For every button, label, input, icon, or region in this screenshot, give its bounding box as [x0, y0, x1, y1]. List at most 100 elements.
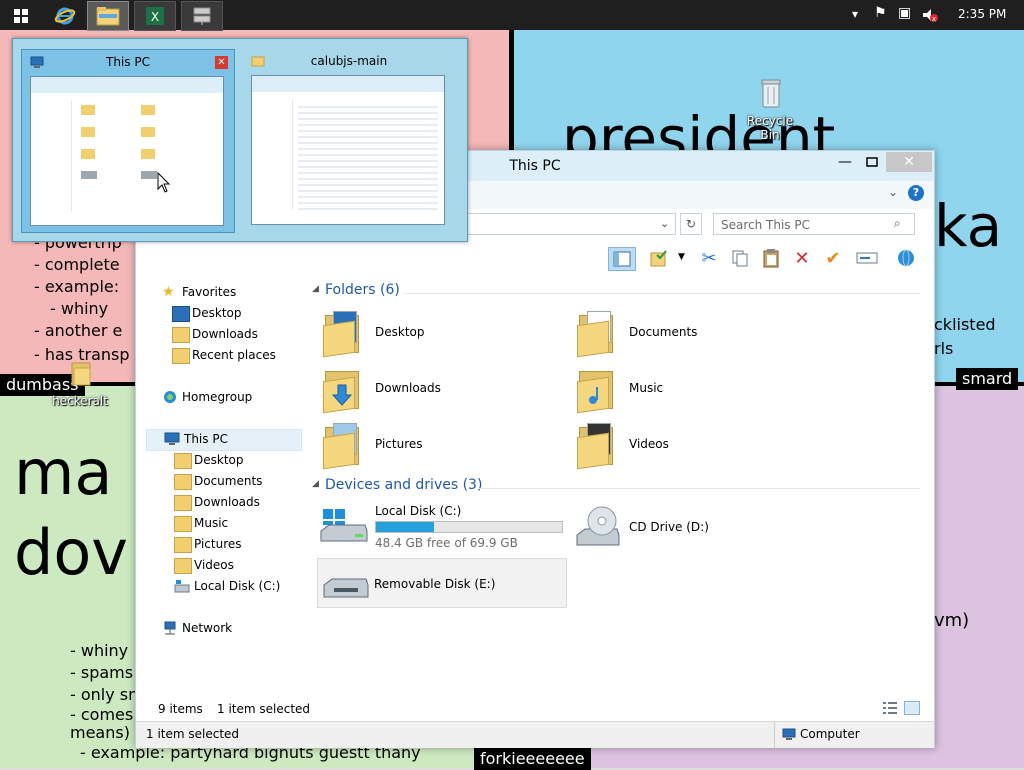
drive-tile-d[interactable]: CD Drive (D:): [573, 501, 813, 553]
preview-pane-toggle-icon[interactable]: [608, 247, 636, 271]
folder-icon: [174, 474, 192, 490]
ribbon-expand-chevron-icon[interactable]: ⌄: [888, 185, 898, 199]
search-icon: ⌕: [894, 216, 901, 230]
folder-label: Downloads: [375, 381, 441, 395]
nav-label: Local Disk (C:): [194, 579, 281, 593]
select-folder-icon[interactable]: [646, 247, 672, 269]
folder-label: Documents: [629, 325, 698, 339]
details-view-icon[interactable]: [882, 701, 898, 715]
drive-tile-e[interactable]: Removable Disk (E:): [317, 558, 567, 608]
mouse-cursor-icon: [157, 171, 171, 194]
taskbar-file-explorer[interactable]: [87, 1, 129, 31]
recycle-bin-icon: [761, 78, 781, 108]
folder-tile-music[interactable]: Music: [573, 363, 813, 414]
large-icons-view-icon[interactable]: [904, 701, 920, 715]
status-bar-location: Computer: [800, 727, 860, 741]
status-bar: 1 item selected Computer: [136, 721, 934, 748]
thumbnail-preview: [30, 76, 224, 226]
blue-fragment: rls: [934, 339, 954, 358]
apply-check-icon[interactable]: ✔: [820, 247, 846, 269]
tray-overflow-chevron-icon[interactable]: ▾: [852, 7, 858, 21]
folders-collapse-chevron-icon[interactable]: ◢: [312, 284, 319, 294]
nav-label: Desktop: [192, 306, 242, 320]
thumbnail-title: This PC: [106, 55, 150, 69]
copy-icon[interactable]: [727, 247, 753, 269]
start-button[interactable]: [0, 1, 42, 31]
delete-icon[interactable]: ✕: [789, 247, 815, 269]
tag-smard: smard: [956, 368, 1019, 390]
nav-label: This PC: [184, 432, 228, 446]
folder-label: Pictures: [375, 437, 423, 451]
thumbnail-calubjs-main[interactable]: calubjs-main: [243, 49, 455, 231]
star-icon: ★: [162, 284, 175, 300]
svg-text:x: x: [932, 15, 936, 23]
maximize-button[interactable]: [858, 152, 886, 172]
close-button[interactable]: ✕: [886, 152, 932, 172]
green-bullet: - spams: [70, 663, 134, 682]
windows-logo-icon: [14, 9, 28, 23]
blue-fragment: cklisted: [934, 315, 996, 334]
paste-icon[interactable]: [758, 247, 784, 269]
clock[interactable]: 2:35 PM: [958, 7, 1006, 21]
status-selection: 1 item selected: [217, 702, 311, 716]
search-input[interactable]: Search This PC: [713, 213, 915, 235]
internet-explorer-icon: [54, 7, 76, 25]
nav-label: Pictures: [194, 537, 242, 551]
taskbar-internet-explorer[interactable]: [44, 1, 86, 31]
drive-tile-c[interactable]: Local Disk (C:) 48.4 GB free of 69.9 GB: [317, 501, 567, 553]
drive-label: Local Disk (C:): [375, 504, 462, 518]
file-explorer-icon: [96, 7, 120, 26]
status-item-count: 9 items: [158, 702, 203, 716]
tag-forkieeeeeee: forkieeeeeee: [474, 748, 591, 770]
folder-label: Desktop: [375, 325, 425, 339]
excel-icon: X: [146, 7, 164, 25]
folder-label: Music: [629, 381, 664, 395]
status-bar-divider: [774, 722, 775, 748]
volume-muted-icon[interactable]: x: [922, 7, 938, 23]
recent-places-icon: [172, 348, 190, 364]
drive-free-space: 48.4 GB free of 69.9 GB: [375, 536, 518, 550]
network-globe-icon[interactable]: [893, 247, 919, 269]
folders-group-header[interactable]: Folders (6): [325, 282, 400, 298]
folder-tile-documents[interactable]: Documents: [573, 307, 813, 358]
nav-label: Downloads: [192, 327, 258, 341]
nav-favorites-label: Favorites: [182, 285, 237, 299]
folder-icon: [174, 453, 192, 469]
folder-tile-downloads[interactable]: Downloads: [319, 363, 559, 414]
green-bullet: means): [70, 723, 130, 742]
nav-label: Recent places: [192, 348, 276, 362]
minimize-button[interactable]: —: [831, 152, 859, 172]
green-bullet: - only sn: [70, 685, 139, 704]
folder-tile-pictures[interactable]: Pictures: [319, 419, 559, 470]
recycle-bin-shortcut[interactable]: Recycle Bin: [738, 78, 802, 142]
taskbar: X ▾ ⚑ ▣ x 2:35 PM: [0, 0, 1024, 31]
folder-tile-videos[interactable]: Videos: [573, 419, 813, 470]
folder-tile-desktop[interactable]: Desktop: [319, 307, 559, 358]
cut-icon[interactable]: ✂: [696, 247, 722, 269]
thumbnail-close-button[interactable]: ✕: [215, 56, 228, 69]
taskbar-excel[interactable]: X: [134, 1, 176, 31]
hard-drive-icon: [319, 507, 369, 545]
thumbnail-this-pc[interactable]: This PC ✕: [21, 49, 235, 233]
pink-bullet: - whiny: [50, 299, 109, 318]
folder-label: Videos: [629, 437, 669, 451]
action-center-flag-icon[interactable]: ⚑: [874, 5, 887, 21]
drive-usage-fill: [376, 522, 434, 532]
address-dropdown-chevron-icon[interactable]: ⌄: [660, 217, 669, 230]
devices-group-header[interactable]: Devices and drives (3): [325, 477, 482, 493]
purple-fragment: vm): [934, 610, 970, 631]
devices-collapse-chevron-icon[interactable]: ◢: [312, 479, 319, 489]
help-icon[interactable]: ?: [908, 185, 924, 201]
rename-icon[interactable]: [854, 247, 880, 269]
cd-drive-icon: [575, 505, 621, 549]
refresh-icon[interactable]: ↻: [680, 213, 702, 235]
network-icon: [162, 621, 178, 635]
drive-icon: [174, 579, 190, 593]
folder-icon: [70, 360, 92, 386]
folder-icon: [174, 516, 192, 532]
taskbar-network-app[interactable]: [181, 1, 223, 31]
network-icon[interactable]: ▣: [898, 5, 911, 21]
select-dropdown-chevron-icon[interactable]: ▼: [678, 252, 685, 262]
heckeralt-shortcut[interactable]: heckeralt: [50, 360, 110, 410]
nav-label: Network: [182, 621, 233, 635]
